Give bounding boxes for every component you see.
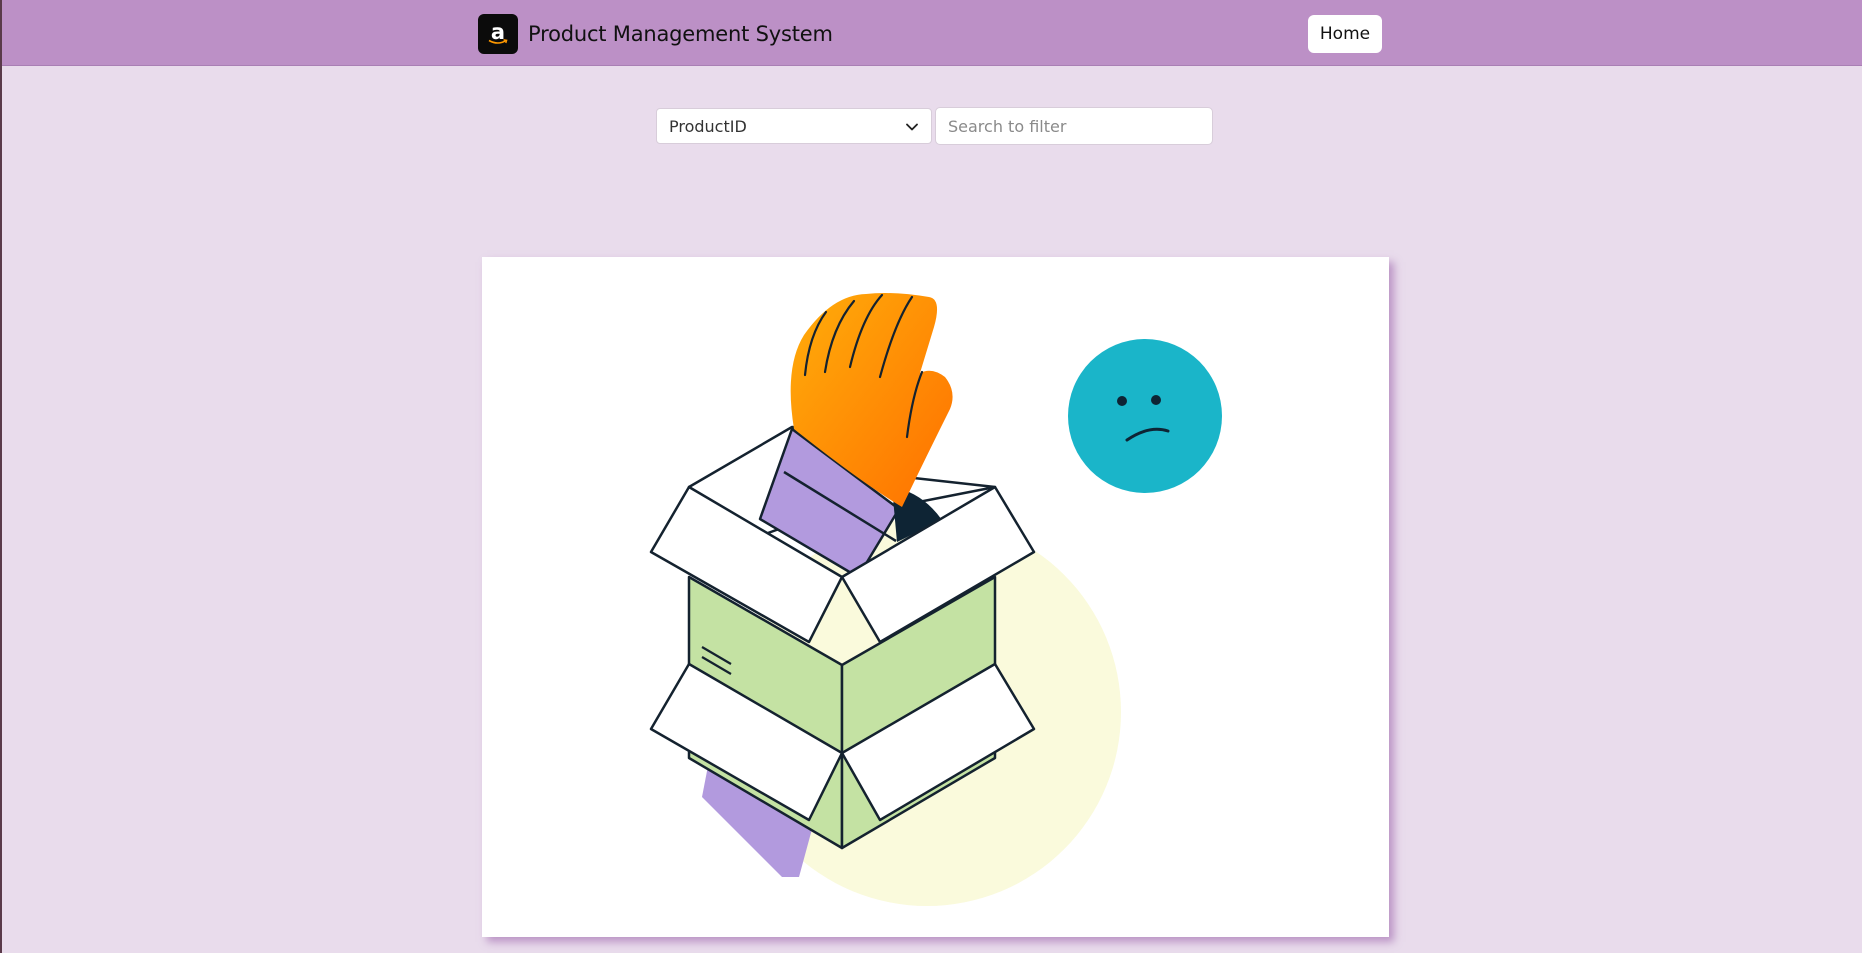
- app-title: Product Management System: [528, 22, 833, 46]
- no-products-card: [482, 257, 1389, 937]
- filter-field-select[interactable]: ProductID: [656, 108, 932, 144]
- filter-field-value: ProductID: [669, 116, 747, 136]
- empty-box-illustration: [649, 293, 1222, 906]
- chevron-down-icon: [906, 123, 918, 131]
- search-input[interactable]: [935, 107, 1213, 145]
- top-navbar: a Product Management System Home: [2, 0, 1862, 66]
- sad-face-icon: [1068, 339, 1222, 493]
- home-button[interactable]: Home: [1308, 15, 1382, 53]
- logo-smile-arrow: [488, 39, 508, 44]
- brand[interactable]: a Product Management System: [478, 14, 833, 54]
- amazon-logo-icon: a: [478, 14, 518, 54]
